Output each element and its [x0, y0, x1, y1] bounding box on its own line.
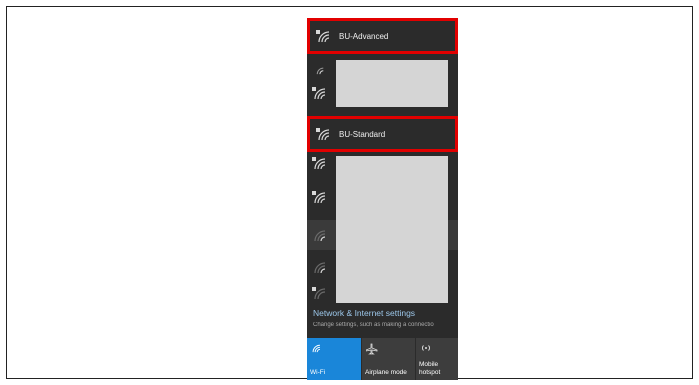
network-name: BU-Advanced — [339, 31, 389, 41]
network-name: BU-Standard — [339, 129, 386, 139]
wifi-toggle[interactable]: Wi-Fi — [307, 338, 361, 380]
hotspot-icon — [420, 343, 432, 355]
airplane-mode-toggle[interactable]: Airplane mode — [361, 338, 415, 380]
wifi-icon — [311, 343, 322, 355]
wifi-secured-icon — [312, 190, 330, 208]
redacted-network-list — [336, 156, 448, 303]
wifi-secured-icon — [315, 27, 333, 45]
network-item-bu-advanced[interactable]: BU-Advanced — [307, 18, 458, 54]
mobile-hotspot-toggle[interactable]: Mobile hotspot — [415, 338, 458, 380]
airplane-tile-label: Airplane mode — [365, 369, 407, 376]
network-flyout: BU-Advanced BU-Standard Network & Intern… — [307, 18, 458, 380]
wifi-signal-icon — [312, 228, 330, 246]
redacted-network-list — [336, 60, 448, 107]
wifi-secured-icon — [312, 156, 330, 174]
wifi-signal-icon — [312, 62, 330, 80]
wifi-secured-icon — [312, 286, 330, 304]
wifi-tile-label: Wi-Fi — [310, 369, 326, 376]
airplane-icon — [365, 343, 378, 357]
network-settings-description: Change settings, such as making a connec… — [313, 322, 434, 328]
network-item-bu-standard[interactable]: BU-Standard — [307, 116, 458, 152]
wifi-signal-icon — [312, 260, 330, 278]
wifi-secured-icon — [312, 86, 330, 104]
hotspot-tile-label: Mobile hotspot — [419, 361, 441, 376]
quick-actions: Wi-Fi Airplane mode Mobile hotspot — [307, 338, 458, 380]
wifi-secured-icon — [315, 125, 333, 143]
network-settings-link[interactable]: Network & Internet settings — [313, 308, 415, 318]
